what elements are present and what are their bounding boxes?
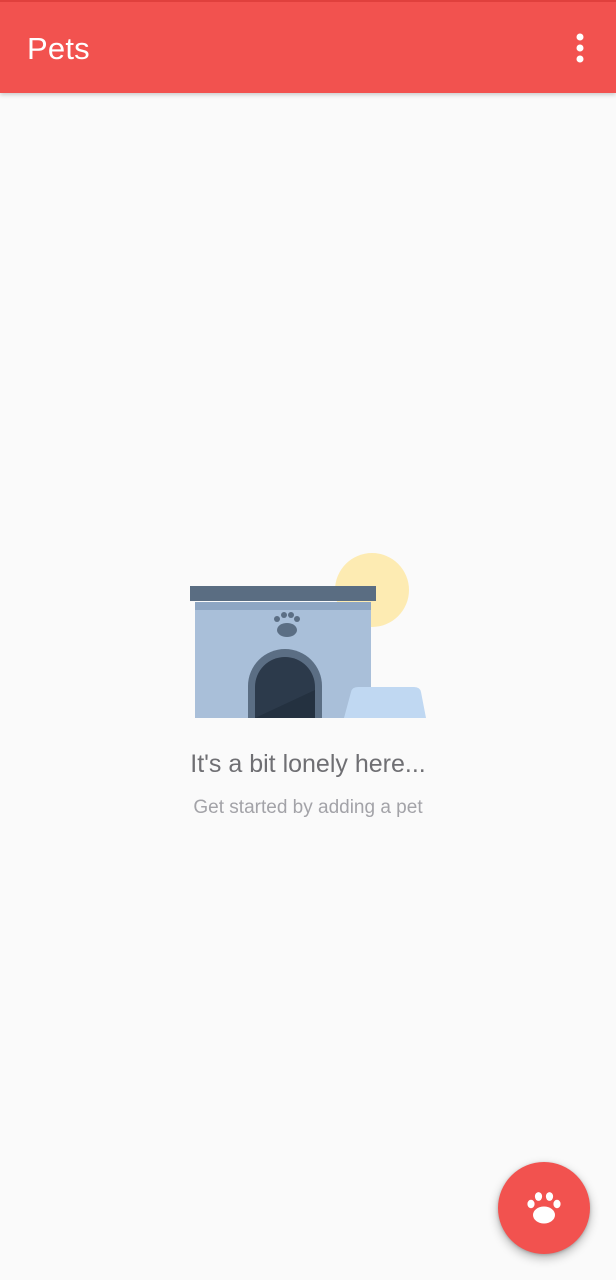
page-title: Pets (27, 31, 90, 66)
paw-icon (527, 1192, 561, 1224)
empty-state-title: It's a bit lonely here... (190, 750, 426, 778)
dog-house-illustration (190, 553, 426, 718)
empty-state-subtitle: Get started by adding a pet (193, 797, 423, 818)
app-bar: Pets (0, 0, 616, 93)
overflow-menu-button[interactable] (560, 26, 600, 70)
add-pet-button[interactable] (498, 1162, 590, 1254)
more-vert-icon (576, 33, 584, 63)
pets-screen: Pets It's a bit lonely here... Get start… (0, 0, 616, 1280)
empty-state: It's a bit lonely here... Get started by… (0, 540, 616, 840)
